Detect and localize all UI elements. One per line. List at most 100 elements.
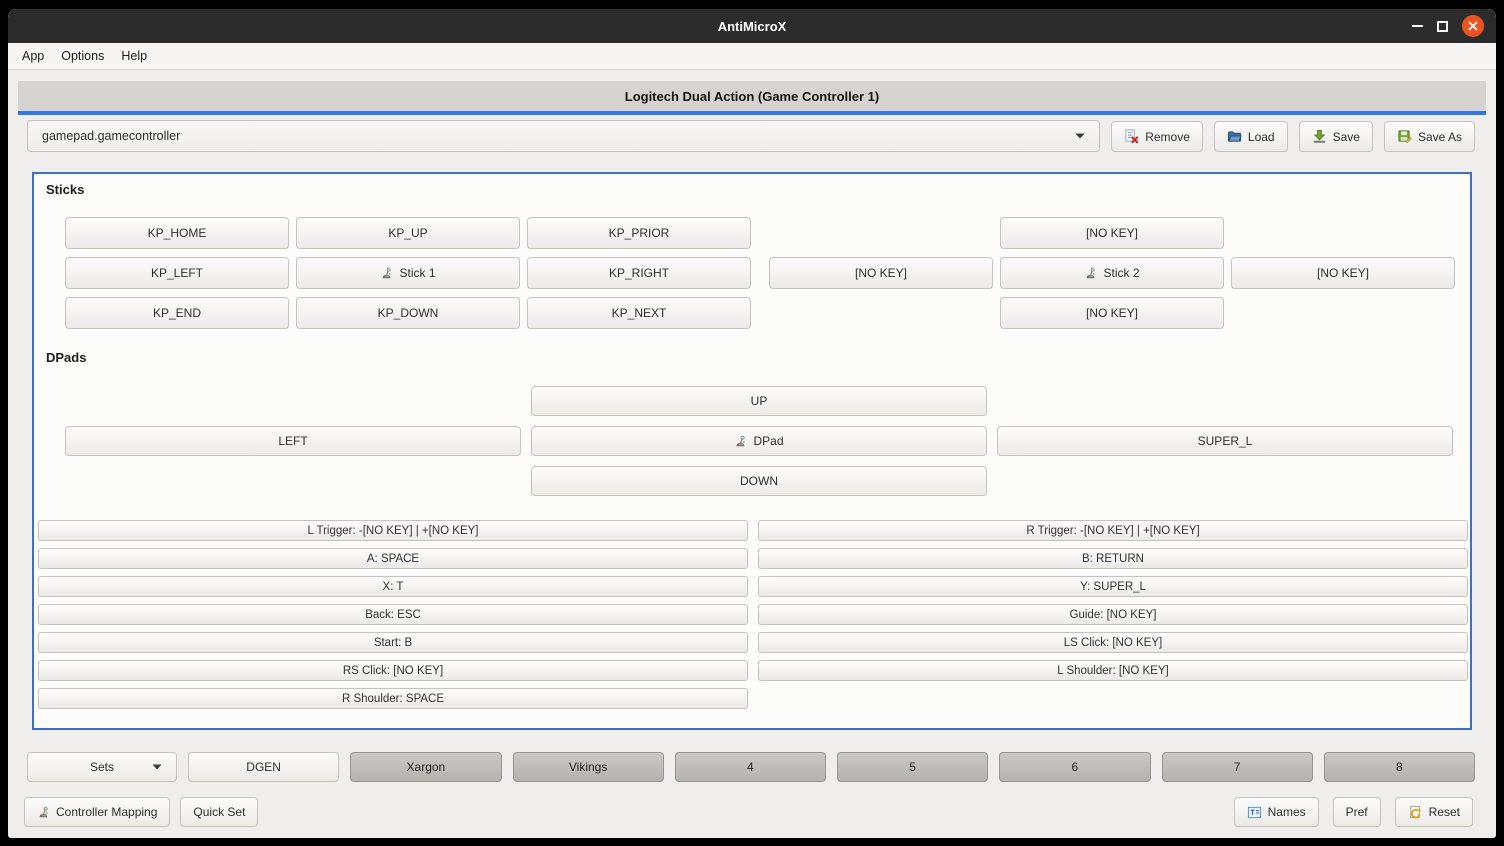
stick1-left-button[interactable]: KP_LEFT [65, 257, 289, 289]
mapping-panel: Sticks KP_HOME KP_UP KP_PRIOR [NO KEY] K… [32, 172, 1472, 730]
controller-mapping-label: Controller Mapping [56, 805, 157, 819]
stick1-up-right-button[interactable]: KP_PRIOR [527, 217, 751, 249]
set-tab-4[interactable]: 4 [675, 752, 826, 782]
chevron-down-icon [152, 764, 162, 770]
y-button[interactable]: Y: SUPER_L [758, 576, 1468, 597]
pref-button[interactable]: Pref [1333, 797, 1381, 827]
quick-set-label: Quick Set [193, 805, 245, 819]
set-tab-3[interactable]: Vikings [513, 752, 664, 782]
ls-click-button[interactable]: LS Click: [NO KEY] [758, 632, 1468, 653]
save-as-icon [1397, 129, 1412, 144]
footer-right: Names Pref Reset [1234, 797, 1473, 827]
stick1-name: Stick 1 [399, 266, 435, 280]
menu-help[interactable]: Help [121, 49, 147, 63]
app-window: AntiMicroX App Options Help Logitech Dua… [8, 9, 1496, 838]
profile-combobox[interactable]: gamepad.gamecontroller [27, 120, 1100, 152]
dpads-section-label: DPads [46, 350, 86, 365]
remove-button-label: Remove [1145, 130, 1190, 144]
menu-app[interactable]: App [22, 49, 44, 63]
names-button[interactable]: Names [1234, 797, 1319, 827]
r-shoulder-button[interactable]: R Shoulder: SPACE [38, 688, 748, 709]
names-label: Names [1268, 805, 1306, 819]
x-button[interactable]: X: T [38, 576, 748, 597]
names-text-icon [1247, 805, 1262, 820]
footer-left: Controller Mapping Quick Set [24, 797, 258, 827]
maximize-icon[interactable] [1437, 21, 1448, 32]
dpad-name: DPad [753, 434, 783, 448]
reset-icon [1408, 805, 1423, 820]
joystick-icon [734, 435, 747, 448]
stick2-center-button[interactable]: Stick 2 [1000, 257, 1224, 289]
save-icon [1312, 129, 1327, 144]
stick1-down-button[interactable]: KP_DOWN [296, 297, 520, 329]
back-button[interactable]: Back: ESC [38, 604, 748, 625]
start-button[interactable]: Start: B [38, 632, 748, 653]
reset-button[interactable]: Reset [1395, 797, 1473, 827]
stick2-name: Stick 2 [1103, 266, 1139, 280]
profile-combobox-value: gamepad.gamecontroller [42, 129, 180, 143]
controller-tab[interactable]: Logitech Dual Action (Game Controller 1) [18, 81, 1486, 115]
stick1-down-left-button[interactable]: KP_END [65, 297, 289, 329]
dpads-grid: UP LEFT DPad SUPER_L DOWN [65, 386, 1453, 496]
dpad-up-button[interactable]: UP [531, 386, 987, 416]
dpad-down-button[interactable]: DOWN [531, 466, 987, 496]
stick2-right-button[interactable]: [NO KEY] [1231, 257, 1455, 289]
joystick-icon [37, 806, 50, 819]
stick1-up-left-button[interactable]: KP_HOME [65, 217, 289, 249]
stick1-right-button[interactable]: KP_RIGHT [527, 257, 751, 289]
sticks-section-label: Sticks [46, 182, 84, 197]
remove-icon [1124, 129, 1139, 144]
controller-mapping-button[interactable]: Controller Mapping [24, 797, 170, 827]
dpad-center-button[interactable]: DPad [531, 426, 987, 456]
mapping-column-right: R Trigger: -[NO KEY] | +[NO KEY] B: RETU… [758, 520, 1468, 709]
sets-dropdown[interactable]: Sets [27, 752, 177, 782]
a-button[interactable]: A: SPACE [38, 548, 748, 569]
set-tab-1[interactable]: DGEN [188, 752, 339, 782]
window-controls [1412, 9, 1484, 43]
b-button[interactable]: B: RETURN [758, 548, 1468, 569]
minimize-icon[interactable] [1412, 25, 1423, 27]
load-folder-icon [1227, 129, 1242, 144]
save-button[interactable]: Save [1299, 121, 1373, 152]
load-button[interactable]: Load [1214, 121, 1288, 152]
mapping-rows: L Trigger: -[NO KEY] | +[NO KEY] A: SPAC… [38, 520, 1468, 709]
set-tab-7[interactable]: 7 [1162, 752, 1313, 782]
menu-options[interactable]: Options [61, 49, 104, 63]
sticks-grid: KP_HOME KP_UP KP_PRIOR [NO KEY] KP_LEFT … [65, 217, 1455, 329]
joystick-icon [1084, 267, 1097, 280]
load-button-label: Load [1248, 130, 1275, 144]
dpad-left-button[interactable]: LEFT [65, 426, 521, 456]
remove-button[interactable]: Remove [1111, 121, 1203, 152]
stick2-up-button[interactable]: [NO KEY] [1000, 217, 1224, 249]
quick-set-button[interactable]: Quick Set [180, 797, 258, 827]
stick2-down-button[interactable]: [NO KEY] [1000, 297, 1224, 329]
stick1-center-button[interactable]: Stick 1 [296, 257, 520, 289]
save-button-label: Save [1333, 130, 1360, 144]
reset-label: Reset [1429, 805, 1460, 819]
titlebar: AntiMicroX [8, 9, 1496, 43]
sets-dropdown-label: Sets [90, 760, 114, 774]
close-icon[interactable] [1462, 15, 1484, 37]
save-as-button-label: Save As [1418, 130, 1462, 144]
menu-bar: App Options Help [8, 43, 1496, 70]
guide-button[interactable]: Guide: [NO KEY] [758, 604, 1468, 625]
stick2-left-button[interactable]: [NO KEY] [769, 257, 993, 289]
stick1-up-button[interactable]: KP_UP [296, 217, 520, 249]
controller-tab-title: Logitech Dual Action (Game Controller 1) [625, 89, 879, 104]
sets-bar: Sets DGEN Xargon Vikings 4 5 6 7 8 [27, 752, 1475, 782]
window-title: AntiMicroX [718, 19, 787, 34]
r-trigger-button[interactable]: R Trigger: -[NO KEY] | +[NO KEY] [758, 520, 1468, 541]
l-trigger-button[interactable]: L Trigger: -[NO KEY] | +[NO KEY] [38, 520, 748, 541]
set-tab-5[interactable]: 5 [837, 752, 988, 782]
set-tab-2[interactable]: Xargon [350, 752, 501, 782]
set-tab-6[interactable]: 6 [999, 752, 1150, 782]
pref-label: Pref [1346, 805, 1368, 819]
l-shoulder-button[interactable]: L Shoulder: [NO KEY] [758, 660, 1468, 681]
chevron-down-icon [1075, 133, 1085, 139]
rs-click-button[interactable]: RS Click: [NO KEY] [38, 660, 748, 681]
stick1-down-right-button[interactable]: KP_NEXT [527, 297, 751, 329]
set-tab-8[interactable]: 8 [1324, 752, 1475, 782]
save-as-button[interactable]: Save As [1384, 121, 1475, 152]
dpad-right-button[interactable]: SUPER_L [997, 426, 1453, 456]
mapping-column-left: L Trigger: -[NO KEY] | +[NO KEY] A: SPAC… [38, 520, 748, 709]
